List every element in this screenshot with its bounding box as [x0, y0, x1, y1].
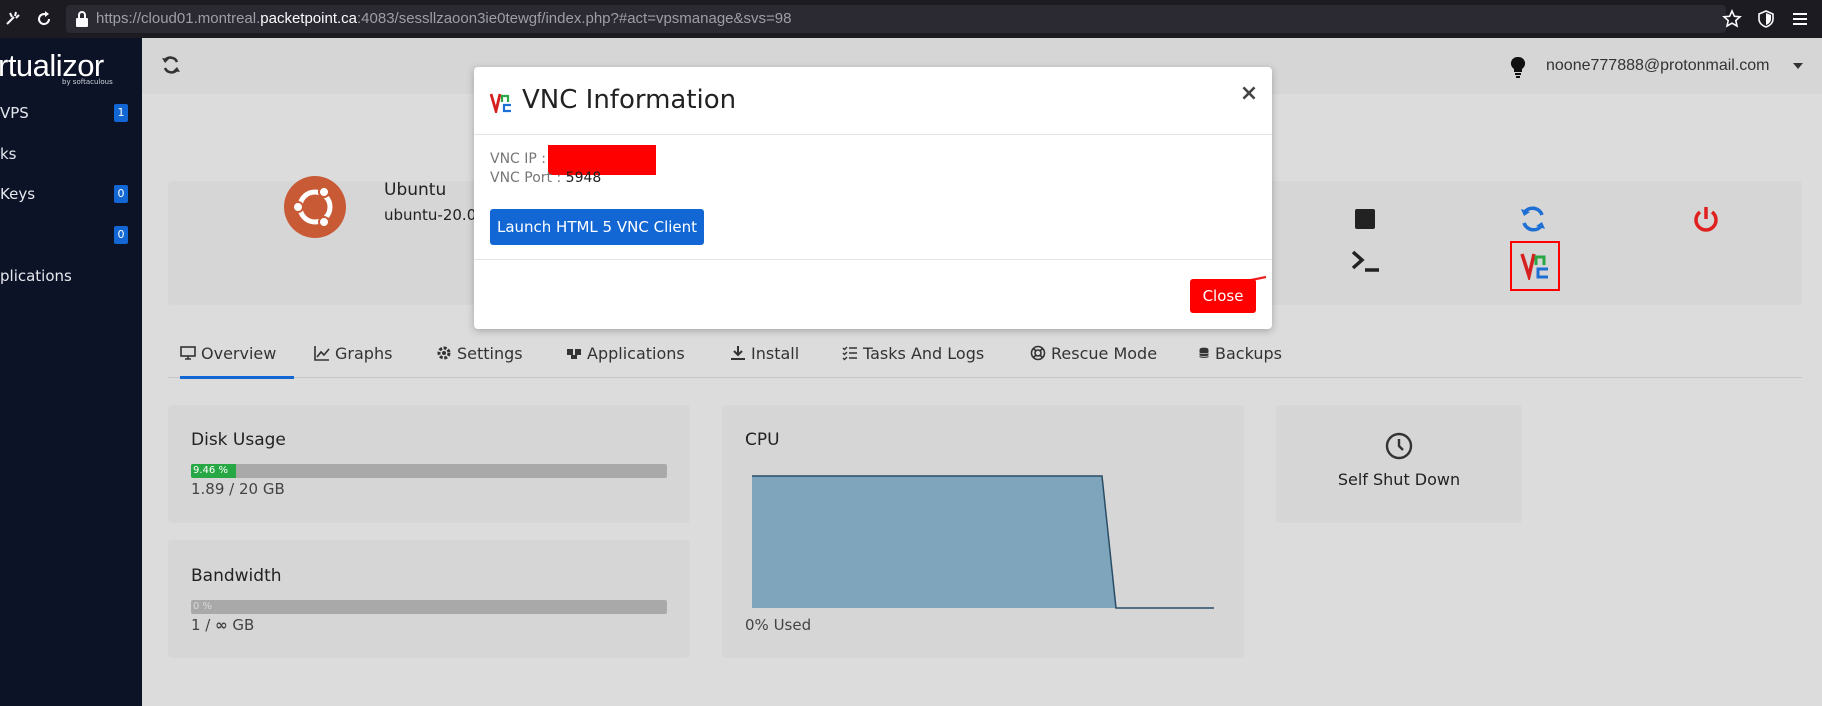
browser-toolbar: https://cloud01.montreal.packetpoint.ca:…: [0, 0, 1822, 38]
modal-title: VNC Information: [522, 85, 737, 115]
sidebar-item-label: plications: [0, 267, 72, 285]
self-shutdown-label: Self Shut Down: [1337, 470, 1461, 489]
tab-label: Settings: [457, 344, 523, 363]
disk-usage-bar-fill: 9.46 %: [191, 464, 237, 478]
bandwidth-bar: 0 %: [191, 600, 667, 614]
modal-header: VNC Information ×: [474, 67, 1272, 135]
sidebar-item-tasks[interactable]: ks: [0, 142, 142, 166]
refresh-icon[interactable]: [160, 54, 182, 76]
sidebar-item-label: Keys: [0, 185, 36, 203]
vnc-icon[interactable]: [1520, 250, 1550, 280]
bandwidth-title: Bandwidth: [191, 566, 282, 586]
vnc-port-label: VNC Port :: [490, 170, 566, 186]
disk-usage-detail: 1.89 / 20 GB: [191, 480, 285, 498]
os-name: Ubuntu: [384, 180, 447, 200]
cpu-title: CPU: [745, 430, 780, 450]
vnc-port-value: 5948: [565, 170, 602, 186]
logo-subtitle: by softaculous: [62, 78, 113, 86]
tab-label: Install: [751, 344, 800, 363]
tab-settings[interactable]: Settings: [436, 334, 523, 374]
chevron-down-icon[interactable]: [1793, 63, 1803, 69]
sidebar-badge: 0: [114, 185, 128, 203]
tab-overview[interactable]: Overview: [180, 334, 276, 374]
restart-icon[interactable]: [1518, 204, 1548, 234]
sidebar-item-keys[interactable]: Keys 0: [0, 182, 142, 206]
database-icon: [1199, 347, 1209, 358]
cpu-graph: [752, 475, 1214, 609]
chart-icon: [314, 346, 330, 361]
close-button[interactable]: Close: [1190, 279, 1256, 313]
tab-rescue-mode[interactable]: Rescue Mode: [1030, 334, 1157, 374]
launch-html5-vnc-button[interactable]: Launch HTML 5 VNC Client: [490, 209, 704, 245]
infinity-symbol: ∞: [215, 616, 228, 634]
cpu-detail: 0% Used: [745, 616, 812, 634]
tab-install[interactable]: Install: [730, 334, 799, 374]
self-shutdown-card[interactable]: [1276, 405, 1522, 523]
ubuntu-logo-icon: [284, 176, 346, 238]
reload-icon[interactable]: [34, 9, 54, 29]
tab-label: Applications: [587, 344, 685, 363]
vnc-information-modal: VNC Information × VNC IP : VNC Port : 59…: [474, 67, 1272, 329]
sidebar-item-label: VPS: [0, 104, 29, 122]
sidebar-badge: 1: [114, 104, 128, 122]
bandwidth-unit: GB: [227, 616, 255, 634]
apps-icon: [567, 349, 581, 359]
shield-icon[interactable]: [1756, 9, 1776, 29]
sidebar-item-vps[interactable]: VPS 1: [0, 101, 142, 125]
tab-label: Backups: [1215, 344, 1282, 363]
console-icon[interactable]: [1350, 246, 1380, 276]
url-bar[interactable]: https://cloud01.montreal.packetpoint.ca:…: [66, 5, 1726, 33]
tab-label: Graphs: [335, 344, 393, 363]
tasks-icon: [842, 346, 857, 361]
bandwidth-detail: 1 / ∞ GB: [191, 616, 254, 634]
tab-active-indicator: [180, 376, 294, 379]
sidebar-item-label: ks: [0, 145, 17, 163]
tab-applications[interactable]: Applications: [566, 334, 685, 374]
download-icon: [731, 346, 745, 360]
vps-tabs: Overview Graphs Settings Applications In…: [168, 334, 1802, 379]
disk-usage-bar: 9.46 %: [191, 464, 667, 478]
tab-label: Overview: [201, 344, 277, 363]
menu-icon[interactable]: [1790, 9, 1810, 29]
close-icon[interactable]: ×: [1238, 83, 1260, 105]
lifebuoy-icon: [1030, 345, 1046, 361]
os-version: ubuntu-20.0: [384, 206, 477, 224]
tab-graphs[interactable]: Graphs: [314, 334, 392, 374]
user-email[interactable]: noone777888@protonmail.com: [1546, 38, 1770, 94]
sidebar-item-unnamed[interactable]: 0: [0, 223, 142, 247]
lightbulb-icon[interactable]: [1510, 56, 1526, 78]
sidebar-item-applications[interactable]: plications: [0, 264, 142, 288]
vnc-ip-label: VNC IP :: [490, 151, 547, 167]
url-text[interactable]: https://cloud01.montreal.packetpoint.ca:…: [96, 5, 791, 33]
tracking-protection-icon[interactable]: [4, 9, 24, 29]
lock-icon: [76, 11, 88, 27]
cpu-graph-area: [752, 476, 1116, 608]
tab-label: Tasks And Logs: [863, 344, 985, 363]
gear-icon: [437, 346, 451, 360]
stop-icon[interactable]: [1350, 204, 1380, 234]
tab-tasks-and-logs[interactable]: Tasks And Logs: [842, 334, 984, 374]
monitor-icon: [180, 346, 196, 360]
bookmark-star-icon[interactable]: [1722, 9, 1742, 29]
tab-backups[interactable]: Backups: [1198, 334, 1282, 374]
vnc-icon: [490, 93, 511, 113]
bandwidth-card: [168, 540, 690, 658]
sidebar-badge: 0: [114, 226, 128, 244]
disk-usage-title: Disk Usage: [191, 430, 286, 450]
vnc-port-row: VNC Port : 5948: [490, 170, 601, 186]
power-icon[interactable]: [1691, 204, 1721, 234]
sidebar: rtualizor by softaculous VPS 1 ks Keys 0…: [0, 38, 142, 706]
bandwidth-bar-label: 0 %: [193, 601, 213, 612]
clock-icon: [1385, 432, 1413, 460]
bandwidth-used: 1 /: [191, 616, 216, 634]
tab-label: Rescue Mode: [1051, 344, 1158, 363]
